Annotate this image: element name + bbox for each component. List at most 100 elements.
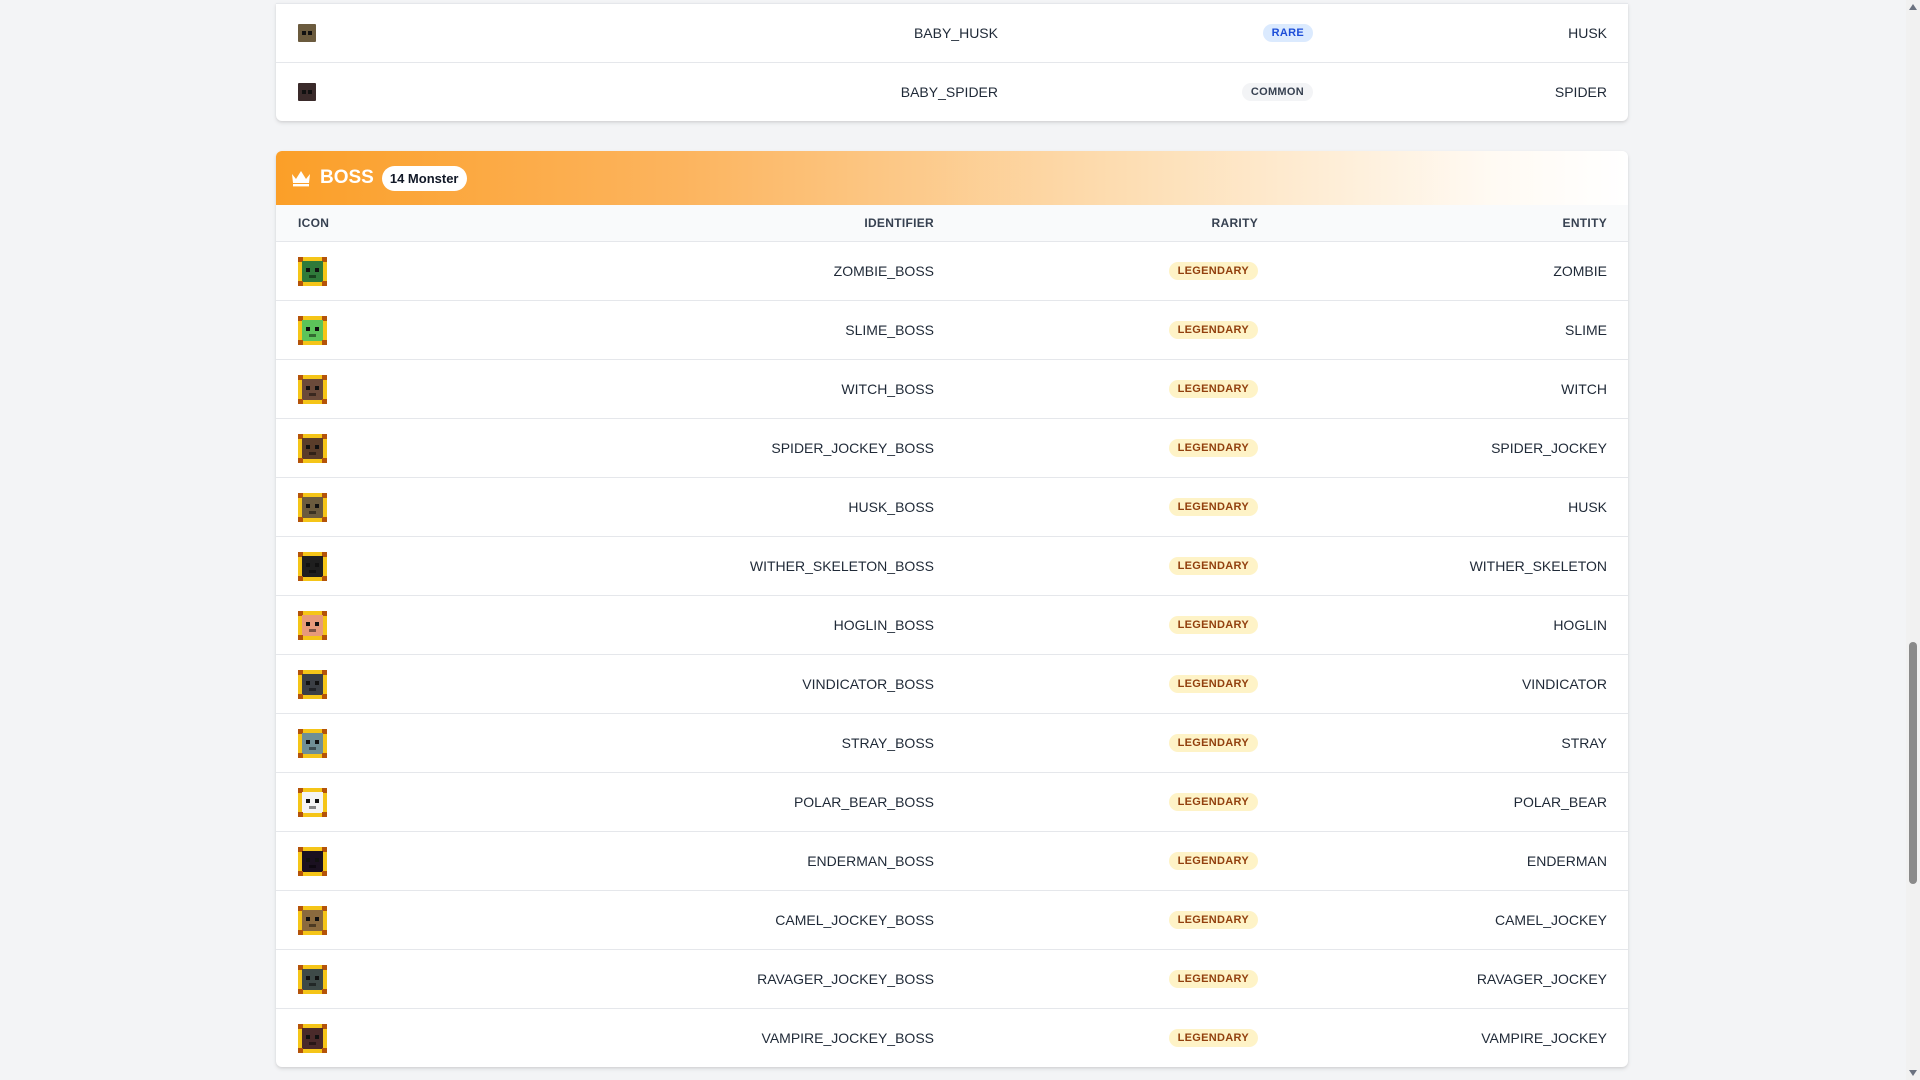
entity-cell: SLIME [1564, 322, 1607, 338]
crown-icon [292, 171, 310, 187]
rarity-badge: LEGENDARY [1168, 321, 1258, 339]
polar-bear-icon [298, 787, 327, 817]
entity-cell: CAMEL_JOCKEY [1494, 912, 1607, 928]
rarity-cell: LEGENDARY [934, 321, 1258, 339]
identifier-cell: VINDICATOR_BOSS [802, 676, 934, 692]
icon-cell [276, 846, 358, 876]
identifier-cell: VAMPIRE_JOCKEY_BOSS [761, 1030, 934, 1046]
scrollbar-thumb[interactable] [1909, 642, 1917, 884]
icon-cell [276, 374, 358, 404]
table-row[interactable]: ENDERMAN_BOSS LEGENDARY ENDERMAN [276, 831, 1628, 890]
icon-cell [276, 787, 358, 817]
identifier-cell: CAMEL_JOCKEY_BOSS [775, 912, 934, 928]
identifier-cell: BABY_HUSK [913, 25, 998, 41]
enderman-icon [298, 846, 327, 876]
rarity-badge: LEGENDARY [1168, 734, 1258, 752]
monster-count-badge: 14 Monster [381, 165, 467, 191]
rarity-cell: LEGENDARY [934, 498, 1258, 516]
entity-cell: HUSK [1568, 25, 1607, 41]
witch-icon [298, 374, 327, 404]
rarity-cell: LEGENDARY [934, 911, 1258, 929]
table-row[interactable]: POLAR_BEAR_BOSS LEGENDARY POLAR_BEAR [276, 772, 1628, 831]
entity-cell: VINDICATOR [1521, 676, 1607, 692]
entity-cell: HOGLIN [1553, 617, 1607, 633]
icon-cell [276, 24, 358, 42]
rarity-cell: LEGENDARY [934, 675, 1258, 693]
table-row[interactable]: BABY_HUSK RARE HUSK [276, 3, 1628, 62]
table-row[interactable]: ZOMBIE_BOSS LEGENDARY ZOMBIE [276, 241, 1628, 300]
entity-cell: SPIDER [1554, 84, 1607, 100]
zombie-icon [298, 256, 327, 286]
slime-icon [298, 315, 327, 345]
identifier-cell: ENDERMAN_BOSS [807, 853, 934, 869]
icon-cell [276, 433, 358, 463]
rarity-badge: LEGENDARY [1168, 911, 1258, 929]
entity-cell: ZOMBIE [1553, 263, 1607, 279]
identifier-cell: HUSK_BOSS [848, 499, 934, 515]
table-row[interactable]: STRAY_BOSS LEGENDARY STRAY [276, 713, 1628, 772]
rarity-cell: COMMON [998, 83, 1313, 101]
rarity-cell: LEGENDARY [934, 734, 1258, 752]
column-header-rarity[interactable]: RARITY [934, 216, 1258, 230]
table-row[interactable]: CAMEL_JOCKEY_BOSS LEGENDARY CAMEL_JOCKEY [276, 890, 1628, 949]
stray-icon [298, 728, 327, 758]
boss-table-body: ZOMBIE_BOSS LEGENDARY ZOMBIE SLIME_BOSS LEGE… [276, 241, 1628, 1067]
rarity-badge: LEGENDARY [1168, 439, 1258, 457]
boss-table-header: ICON IDENTIFIER RARITY ENTITY [276, 205, 1628, 241]
icon-cell [276, 964, 358, 994]
entity-cell: WITCH [1561, 381, 1607, 397]
entity-cell: VAMPIRE_JOCKEY [1481, 1030, 1607, 1046]
table-row[interactable]: VINDICATOR_BOSS LEGENDARY VINDICATOR [276, 654, 1628, 713]
rarity-badge: LEGENDARY [1168, 380, 1258, 398]
column-header-icon[interactable]: ICON [276, 216, 358, 230]
icon-cell [276, 669, 358, 699]
scroll-up-arrow-icon[interactable] [1909, 4, 1917, 10]
rarity-badge: LEGENDARY [1168, 852, 1258, 870]
identifier-cell: WITCH_BOSS [841, 381, 934, 397]
husk-icon [298, 24, 316, 42]
rarity-badge: LEGENDARY [1168, 970, 1258, 988]
entity-cell: RAVAGER_JOCKEY [1476, 971, 1607, 987]
top-table-card: BABY_HUSK RARE HUSK BABY_SPIDER COMMON SPIDER [276, 3, 1628, 121]
icon-cell [276, 551, 358, 581]
table-row[interactable]: WITHER_SKELETON_BOSS LEGENDARY WITHER_SKEL… [276, 536, 1628, 595]
page-scrollbar[interactable] [1906, 0, 1920, 1080]
icon-cell [276, 315, 358, 345]
rarity-badge: RARE [1262, 24, 1313, 42]
vindicator-icon [298, 669, 327, 699]
wither-skeleton-icon [298, 551, 327, 581]
hoglin-icon [298, 610, 327, 640]
entity-cell: SPIDER_JOCKEY [1491, 440, 1607, 456]
boss-section-header[interactable]: BOSS 14 Monster [276, 151, 1628, 205]
rarity-badge: LEGENDARY [1168, 498, 1258, 516]
rarity-cell: LEGENDARY [934, 262, 1258, 280]
table-row[interactable]: RAVAGER_JOCKEY_BOSS LEGENDARY RAVAGER_JOCK… [276, 949, 1628, 1008]
table-row[interactable]: HOGLIN_BOSS LEGENDARY HOGLIN [276, 595, 1628, 654]
icon-cell [276, 83, 358, 101]
entity-cell: WITHER_SKELETON [1469, 558, 1607, 574]
top-table-body: BABY_HUSK RARE HUSK BABY_SPIDER COMMON SPIDER [276, 3, 1628, 121]
table-row[interactable]: WITCH_BOSS LEGENDARY WITCH [276, 359, 1628, 418]
identifier-cell: SLIME_BOSS [845, 322, 934, 338]
entity-cell: STRAY [1561, 735, 1607, 751]
rarity-badge: LEGENDARY [1168, 793, 1258, 811]
ravager-jockey-icon [298, 964, 327, 994]
icon-cell [276, 1023, 358, 1053]
table-row[interactable]: HUSK_BOSS LEGENDARY HUSK [276, 477, 1628, 536]
table-row[interactable]: BABY_SPIDER COMMON SPIDER [276, 62, 1628, 121]
identifier-cell: ZOMBIE_BOSS [833, 263, 934, 279]
rarity-cell: LEGENDARY [934, 852, 1258, 870]
scroll-down-arrow-icon[interactable] [1909, 1070, 1917, 1076]
table-row[interactable]: VAMPIRE_JOCKEY_BOSS LEGENDARY VAMPIRE_JOCK… [276, 1008, 1628, 1067]
entity-cell: HUSK [1568, 499, 1607, 515]
rarity-cell: LEGENDARY [934, 380, 1258, 398]
table-row[interactable]: SLIME_BOSS LEGENDARY SLIME [276, 300, 1628, 359]
identifier-cell: BABY_SPIDER [900, 84, 998, 100]
rarity-badge: COMMON [1241, 83, 1313, 101]
column-header-entity[interactable]: ENTITY [1258, 216, 1628, 230]
column-header-identifier[interactable]: IDENTIFIER [358, 216, 934, 230]
camel-jockey-icon [298, 905, 327, 935]
table-row[interactable]: SPIDER_JOCKEY_BOSS LEGENDARY SPIDER_JOCKEY [276, 418, 1628, 477]
icon-cell [276, 905, 358, 935]
identifier-cell: WITHER_SKELETON_BOSS [749, 558, 934, 574]
